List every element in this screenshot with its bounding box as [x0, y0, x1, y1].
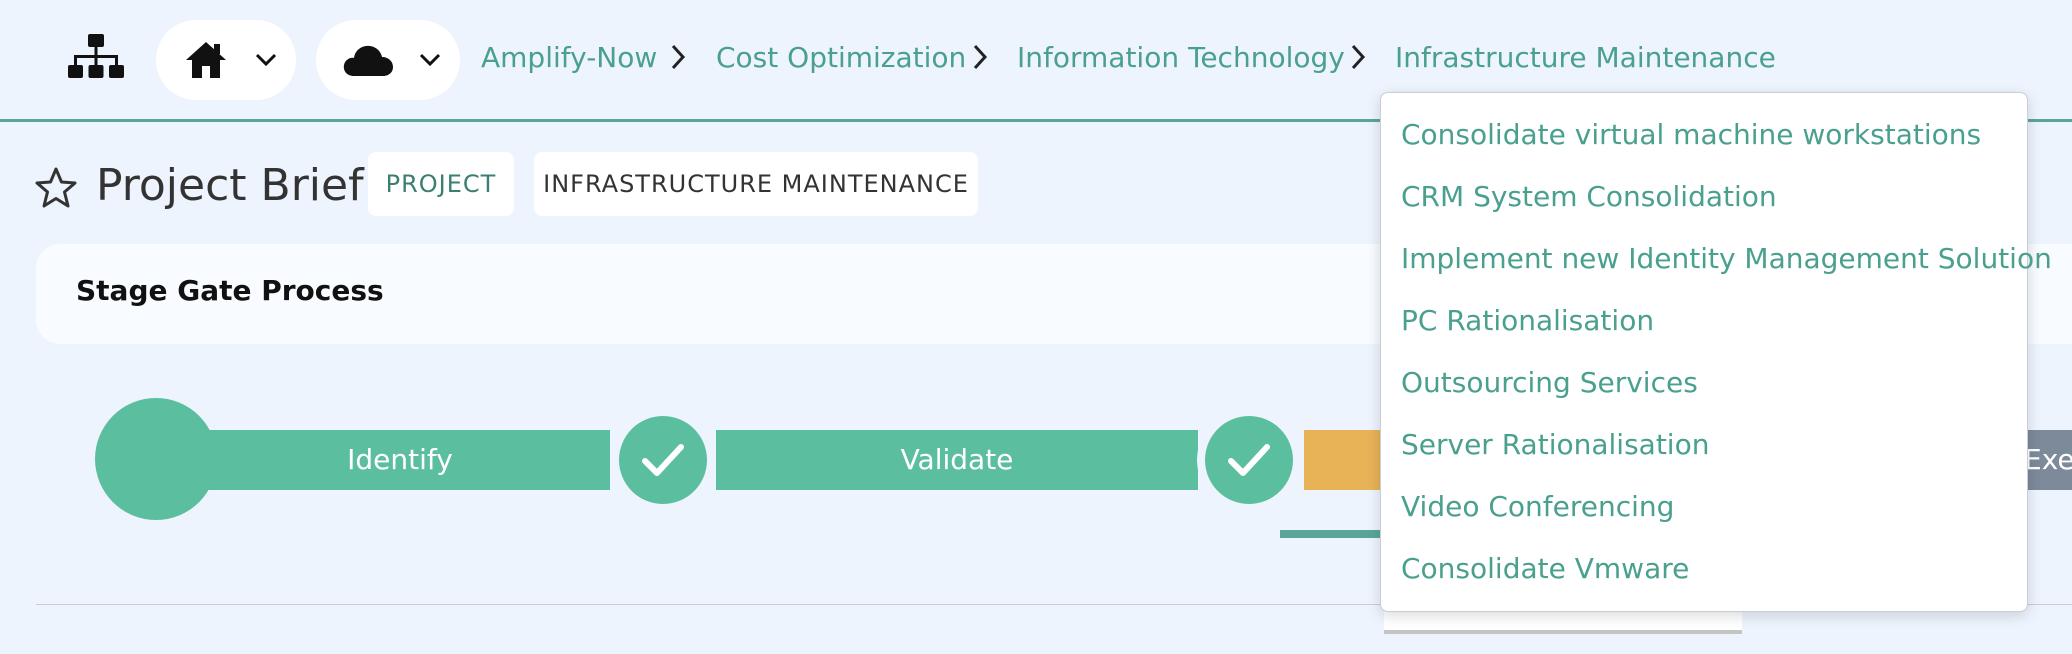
breadcrumb-amplify-now[interactable]: Amplify-Now: [481, 38, 657, 78]
menu-item[interactable]: PC Rationalisation: [1401, 301, 1654, 341]
chevron-right-icon: [671, 44, 686, 70]
breadcrumb-infrastructure-maintenance[interactable]: Infrastructure Maintenance: [1395, 38, 1776, 78]
gate-validate-complete[interactable]: [1205, 416, 1293, 504]
checkmark-icon: [642, 444, 684, 476]
breadcrumb-cost-optimization[interactable]: Cost Optimization: [716, 38, 966, 78]
chevron-down-icon: [419, 53, 441, 67]
menu-item[interactable]: Outsourcing Services: [1401, 363, 1698, 403]
stage-identify[interactable]: Identify: [190, 430, 610, 490]
tag-infrastructure-maintenance: INFRASTRUCTURE MAINTENANCE: [534, 152, 978, 216]
cloud-icon: [343, 45, 393, 76]
star-icon[interactable]: [34, 166, 78, 210]
chevron-right-icon: [973, 44, 988, 70]
menu-item[interactable]: CRM System Consolidation: [1401, 177, 1777, 217]
tag-project: PROJECT: [368, 152, 514, 216]
menu-item[interactable]: Consolidate Vmware: [1401, 549, 1689, 589]
chevron-right-icon: [1351, 44, 1366, 70]
gate-identify-complete[interactable]: [619, 416, 707, 504]
start-node: [95, 398, 217, 520]
menu-item[interactable]: Consolidate virtual machine workstations: [1401, 115, 1981, 155]
menu-item[interactable]: Video Conferencing: [1401, 487, 1674, 527]
menu-item[interactable]: Server Rationalisation: [1401, 425, 1709, 465]
stage-gate-title: Stage Gate Process: [76, 274, 384, 307]
breadcrumb-dropdown-menu: Consolidate virtual machine workstations…: [1380, 92, 2052, 612]
page-title: Project Brief: [96, 160, 364, 211]
home-menu-button[interactable]: [156, 20, 296, 100]
breadcrumb-information-technology[interactable]: Information Technology: [1017, 38, 1345, 78]
cloud-menu-button[interactable]: [316, 20, 460, 100]
home-icon: [186, 42, 226, 78]
stage-validate[interactable]: Validate: [716, 430, 1198, 490]
chevron-down-icon: [255, 53, 277, 67]
menu-item[interactable]: Implement new Identity Management Soluti…: [1401, 239, 2052, 279]
checkmark-icon: [1228, 444, 1270, 476]
sitemap-icon[interactable]: [68, 34, 124, 80]
